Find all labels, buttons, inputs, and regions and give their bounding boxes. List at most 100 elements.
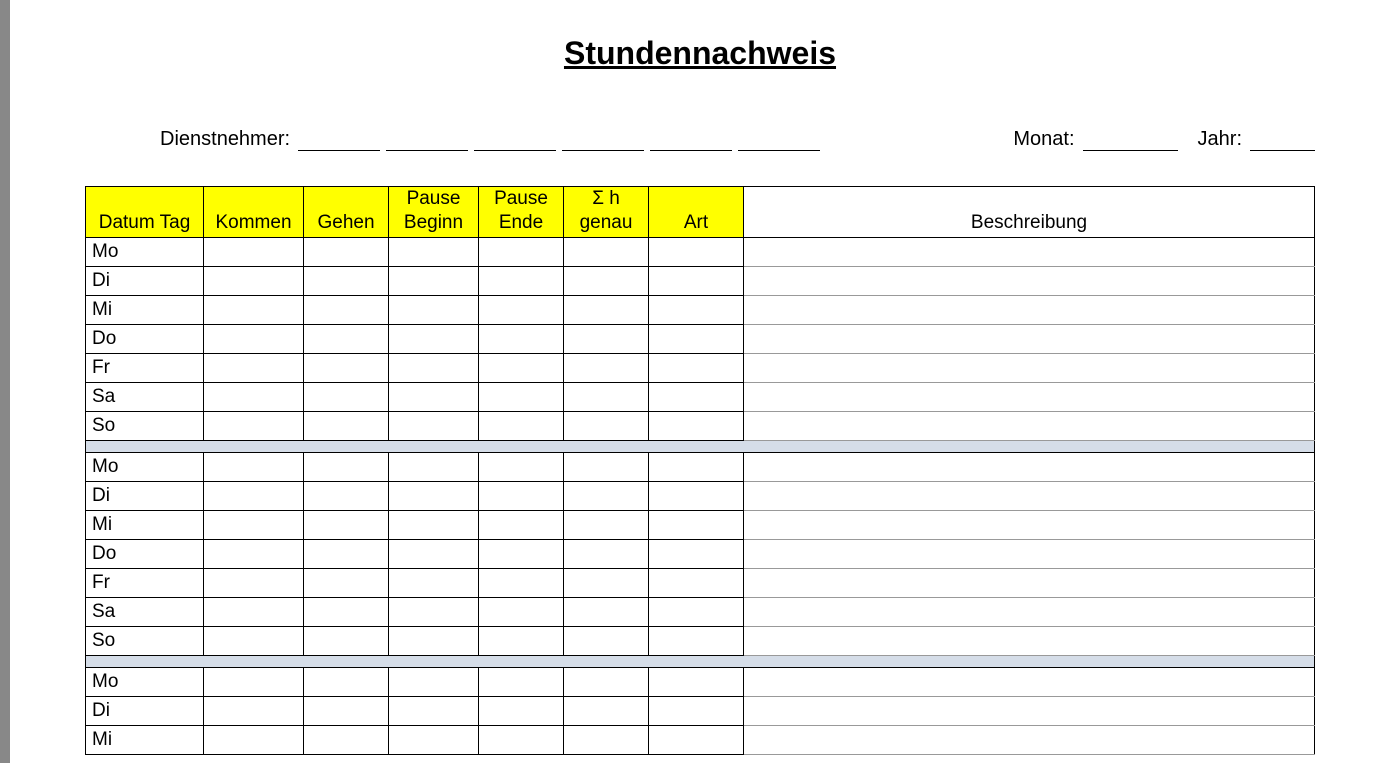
cell-sum-h[interactable] [564, 295, 649, 324]
cell-beschreibung[interactable] [744, 510, 1315, 539]
cell-art[interactable] [649, 510, 744, 539]
cell-art[interactable] [649, 411, 744, 440]
cell-pause-ende[interactable] [479, 353, 564, 382]
cell-art[interactable] [649, 626, 744, 655]
cell-datum-tag[interactable]: Mi [86, 725, 204, 754]
cell-gehen[interactable] [304, 411, 389, 440]
cell-pause-ende[interactable] [479, 626, 564, 655]
cell-beschreibung[interactable] [744, 539, 1315, 568]
cell-kommen[interactable] [204, 452, 304, 481]
cell-pause-beginn[interactable] [389, 266, 479, 295]
cell-pause-ende[interactable] [479, 510, 564, 539]
cell-kommen[interactable] [204, 353, 304, 382]
cell-gehen[interactable] [304, 452, 389, 481]
cell-pause-beginn[interactable] [389, 696, 479, 725]
cell-beschreibung[interactable] [744, 237, 1315, 266]
cell-pause-beginn[interactable] [389, 324, 479, 353]
cell-gehen[interactable] [304, 597, 389, 626]
cell-datum-tag[interactable]: Fr [86, 568, 204, 597]
cell-beschreibung[interactable] [744, 597, 1315, 626]
cell-datum-tag[interactable]: Do [86, 324, 204, 353]
cell-art[interactable] [649, 382, 744, 411]
cell-datum-tag[interactable]: Di [86, 696, 204, 725]
cell-datum-tag[interactable]: Sa [86, 597, 204, 626]
cell-pause-beginn[interactable] [389, 597, 479, 626]
cell-sum-h[interactable] [564, 411, 649, 440]
cell-beschreibung[interactable] [744, 324, 1315, 353]
cell-sum-h[interactable] [564, 353, 649, 382]
cell-kommen[interactable] [204, 626, 304, 655]
employee-field-2[interactable] [386, 127, 468, 151]
cell-beschreibung[interactable] [744, 353, 1315, 382]
year-field[interactable] [1250, 127, 1315, 151]
cell-sum-h[interactable] [564, 481, 649, 510]
cell-gehen[interactable] [304, 539, 389, 568]
month-field[interactable] [1083, 127, 1178, 151]
cell-kommen[interactable] [204, 237, 304, 266]
cell-pause-beginn[interactable] [389, 725, 479, 754]
cell-datum-tag[interactable]: Mo [86, 452, 204, 481]
cell-pause-ende[interactable] [479, 597, 564, 626]
cell-kommen[interactable] [204, 411, 304, 440]
employee-field-6[interactable] [738, 127, 820, 151]
cell-art[interactable] [649, 539, 744, 568]
cell-beschreibung[interactable] [744, 452, 1315, 481]
cell-kommen[interactable] [204, 696, 304, 725]
cell-pause-beginn[interactable] [389, 626, 479, 655]
cell-sum-h[interactable] [564, 452, 649, 481]
cell-gehen[interactable] [304, 481, 389, 510]
cell-pause-beginn[interactable] [389, 539, 479, 568]
cell-datum-tag[interactable]: Fr [86, 353, 204, 382]
employee-field-1[interactable] [298, 127, 380, 151]
cell-gehen[interactable] [304, 324, 389, 353]
cell-beschreibung[interactable] [744, 725, 1315, 754]
cell-beschreibung[interactable] [744, 696, 1315, 725]
cell-kommen[interactable] [204, 725, 304, 754]
cell-kommen[interactable] [204, 266, 304, 295]
cell-gehen[interactable] [304, 626, 389, 655]
cell-datum-tag[interactable]: Mo [86, 237, 204, 266]
cell-art[interactable] [649, 667, 744, 696]
cell-datum-tag[interactable]: Mi [86, 510, 204, 539]
cell-pause-ende[interactable] [479, 295, 564, 324]
employee-field-5[interactable] [650, 127, 732, 151]
cell-pause-ende[interactable] [479, 539, 564, 568]
cell-gehen[interactable] [304, 568, 389, 597]
cell-gehen[interactable] [304, 382, 389, 411]
cell-datum-tag[interactable]: Di [86, 266, 204, 295]
cell-pause-beginn[interactable] [389, 452, 479, 481]
cell-pause-beginn[interactable] [389, 382, 479, 411]
cell-pause-beginn[interactable] [389, 510, 479, 539]
cell-beschreibung[interactable] [744, 382, 1315, 411]
cell-art[interactable] [649, 481, 744, 510]
cell-datum-tag[interactable]: So [86, 626, 204, 655]
cell-gehen[interactable] [304, 696, 389, 725]
cell-kommen[interactable] [204, 324, 304, 353]
cell-pause-ende[interactable] [479, 481, 564, 510]
cell-sum-h[interactable] [564, 237, 649, 266]
cell-art[interactable] [649, 597, 744, 626]
cell-beschreibung[interactable] [744, 568, 1315, 597]
cell-art[interactable] [649, 324, 744, 353]
cell-kommen[interactable] [204, 382, 304, 411]
cell-kommen[interactable] [204, 510, 304, 539]
cell-sum-h[interactable] [564, 725, 649, 754]
cell-gehen[interactable] [304, 237, 389, 266]
cell-art[interactable] [649, 266, 744, 295]
cell-sum-h[interactable] [564, 382, 649, 411]
cell-gehen[interactable] [304, 667, 389, 696]
cell-sum-h[interactable] [564, 626, 649, 655]
cell-art[interactable] [649, 568, 744, 597]
cell-gehen[interactable] [304, 725, 389, 754]
cell-art[interactable] [649, 295, 744, 324]
cell-sum-h[interactable] [564, 539, 649, 568]
cell-sum-h[interactable] [564, 510, 649, 539]
cell-kommen[interactable] [204, 295, 304, 324]
cell-pause-beginn[interactable] [389, 481, 479, 510]
cell-beschreibung[interactable] [744, 266, 1315, 295]
cell-datum-tag[interactable]: So [86, 411, 204, 440]
cell-beschreibung[interactable] [744, 295, 1315, 324]
cell-pause-beginn[interactable] [389, 353, 479, 382]
cell-pause-ende[interactable] [479, 568, 564, 597]
cell-kommen[interactable] [204, 597, 304, 626]
